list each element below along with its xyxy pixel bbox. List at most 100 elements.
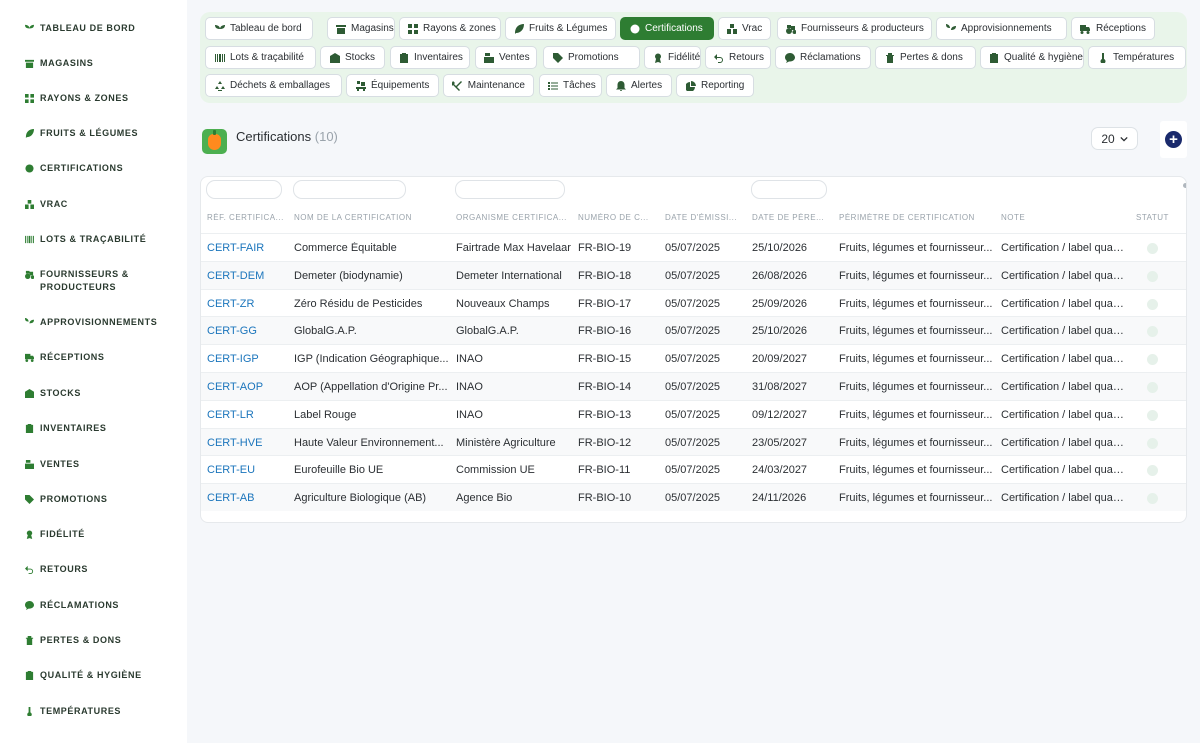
nav-chip-8[interactable]: Approvisionnements <box>936 17 1067 40</box>
reference-link[interactable]: CERT-AOP <box>207 381 287 393</box>
clipboard-check-icon <box>25 670 33 680</box>
nav-chip-1[interactable]: Tableau de bord <box>205 17 313 40</box>
store-icon <box>336 24 346 34</box>
cash-register-icon <box>484 52 494 63</box>
sidebar-item-10[interactable]: Réceptions <box>0 351 187 364</box>
nav-chip-26[interactable]: Reporting <box>676 74 754 97</box>
reference-link[interactable]: CERT-LR <box>207 409 287 421</box>
sidebar-item-1[interactable]: Tableau de bord <box>0 22 187 35</box>
nav-chip-24[interactable]: Tâches <box>539 74 602 97</box>
nav-chip-5[interactable]: Certifications <box>620 17 714 40</box>
sidebar-item-17[interactable]: Réclamations <box>0 599 187 612</box>
sidebar-item-4[interactable]: Fruits & légumes <box>0 127 187 140</box>
store-icon <box>24 59 34 68</box>
sidebar-item-label: Tableau de bord <box>40 23 136 33</box>
column-header[interactable]: Nom de la certification <box>294 213 449 222</box>
nav-chip-16[interactable]: Retours <box>705 46 771 69</box>
nav-chip-7[interactable]: Fournisseurs & producteurs <box>777 17 932 40</box>
column-header[interactable]: Numéro de c... <box>578 213 658 222</box>
add-button[interactable]: + <box>1160 121 1187 158</box>
sidebar-item-19[interactable]: Qualité & hygiène <box>0 669 187 682</box>
nav-chip-22[interactable]: Équipements <box>346 74 439 97</box>
scroll-indicator[interactable] <box>1183 183 1186 188</box>
trash-icon <box>884 52 895 63</box>
column-filter-input[interactable] <box>455 180 565 199</box>
per-page-select[interactable]: 20 <box>1091 127 1138 150</box>
reference-link[interactable]: CERT-ZR <box>207 298 287 310</box>
nav-chip-label: Certifications <box>645 23 703 34</box>
sidebar-item-18[interactable]: Pertes & dons <box>0 634 187 647</box>
table-row[interactable]: CERT-DEM Demeter (biodynamie) Demeter Inte… <box>201 260 1186 289</box>
page-title: Certifications (10) <box>236 129 338 144</box>
column-filter-input[interactable] <box>206 180 282 199</box>
badge-icon <box>24 163 34 173</box>
reference-link[interactable]: CERT-EU <box>207 464 287 476</box>
reference-link[interactable]: CERT-AB <box>207 492 287 504</box>
column-header[interactable]: Statut <box>1136 213 1181 222</box>
sidebar-item-9[interactable]: Approvisionnements <box>0 316 187 329</box>
table-row[interactable]: CERT-IGP IGP (Indication Géographique... I… <box>201 344 1186 372</box>
nav-chip-25[interactable]: Alertes <box>606 74 672 97</box>
column-header[interactable]: Organisme certifica... <box>456 213 571 222</box>
column-filter-input[interactable] <box>293 180 406 199</box>
table-row[interactable]: CERT-AOP AOP (Appellation d'Origine Pr...… <box>201 372 1186 400</box>
reference-link[interactable]: CERT-GG <box>207 325 287 337</box>
column-header[interactable]: Périmètre de certification <box>839 213 994 222</box>
sidebar-item-3[interactable]: Rayons & zones <box>0 92 187 105</box>
trash-icon <box>24 635 34 645</box>
column-filter-input[interactable] <box>751 180 827 199</box>
thermometer-icon <box>1097 52 1108 63</box>
status-indicator <box>1147 493 1158 505</box>
nav-chip-15[interactable]: Fidélité <box>644 46 701 69</box>
sidebar-item-2[interactable]: Magasins <box>0 57 187 70</box>
nav-chip-11[interactable]: Stocks <box>320 46 385 69</box>
column-header[interactable]: Note <box>1001 213 1126 222</box>
sprout-icon <box>214 23 225 34</box>
nav-chip-3[interactable]: Rayons & zones <box>399 17 501 40</box>
nav-chip-10[interactable]: Lots & traçabilité <box>205 46 316 69</box>
nav-chip-21[interactable]: Déchets & emballages <box>205 74 342 97</box>
table-row[interactable]: CERT-LR Label Rouge INAO FR-BIO-13 05/07/202… <box>201 399 1186 428</box>
reference-link[interactable]: CERT-IGP <box>207 353 287 365</box>
sidebar-item-7[interactable]: Lots & traçabilité <box>0 233 187 246</box>
sprout-icon <box>24 23 34 33</box>
column-header[interactable]: Réf. certifica... <box>207 213 287 222</box>
nav-chip-6[interactable]: Vrac <box>718 17 771 40</box>
nav-chip-18[interactable]: Pertes & dons <box>875 46 976 69</box>
sidebar-item-12[interactable]: Inventaires <box>0 422 187 435</box>
nav-chip-9[interactable]: Réceptions <box>1071 17 1155 40</box>
nav-chip-13[interactable]: Ventes <box>475 46 537 69</box>
nav-chip-23[interactable]: Maintenance <box>443 74 534 97</box>
sidebar-item-label: Ventes <box>40 459 80 469</box>
nav-chip-label: Ventes <box>499 52 530 63</box>
sidebar-item-5[interactable]: Certifications <box>0 162 187 175</box>
nav-chip-19[interactable]: Qualité & hygiène <box>980 46 1084 69</box>
sidebar-item-11[interactable]: Stocks <box>0 387 187 400</box>
table-cell: FR-BIO-19 <box>578 242 632 254</box>
reference-link[interactable]: CERT-HVE <box>207 437 287 449</box>
table-row[interactable]: CERT-GG GlobalG.A.P. GlobalG.A.P. FR-BIO-16… <box>201 316 1186 345</box>
sidebar-item-15[interactable]: Fidélité <box>0 528 187 541</box>
table-row[interactable]: CERT-HVE Haute Valeur Environnement... Min… <box>201 427 1186 456</box>
sidebar-item-16[interactable]: Retours <box>0 563 187 576</box>
nav-chip-4[interactable]: Fruits & Légumes <box>505 17 616 40</box>
nav-chip-20[interactable]: Températures <box>1088 46 1186 69</box>
sidebar-item-8[interactable]: Fournisseurs & producteurs <box>0 268 187 294</box>
table-row[interactable]: CERT-ZR Zéro Résidu de Pesticides Nouveaux… <box>201 288 1186 317</box>
sidebar-item-20[interactable]: Températures <box>0 705 187 718</box>
sidebar-item-14[interactable]: Promotions <box>0 493 187 506</box>
status-indicator <box>1147 326 1158 338</box>
column-header[interactable]: Date de pére... <box>752 213 832 222</box>
nav-chip-14[interactable]: Promotions <box>543 46 640 69</box>
reference-link[interactable]: CERT-DEM <box>207 270 287 282</box>
table-row[interactable]: CERT-FAIR Commerce Équitable Fairtrade Max… <box>201 233 1186 261</box>
sidebar-item-13[interactable]: Ventes <box>0 458 187 471</box>
reference-link[interactable]: CERT-FAIR <box>207 242 287 254</box>
table-row[interactable]: CERT-AB Agriculture Biologique (AB) Agence… <box>201 483 1186 512</box>
column-header[interactable]: Date d'émissi... <box>665 213 745 222</box>
nav-chip-17[interactable]: Réclamations <box>775 46 871 69</box>
nav-chip-12[interactable]: Inventaires <box>390 46 470 69</box>
nav-chip-2[interactable]: Magasins <box>327 17 395 40</box>
sidebar-item-6[interactable]: Vrac <box>0 198 187 211</box>
table-row[interactable]: CERT-EU Eurofeuille Bio UE Commission UE FR… <box>201 455 1186 483</box>
